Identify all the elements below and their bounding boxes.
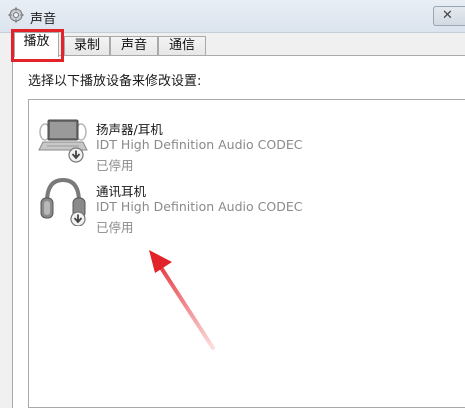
tab-communications[interactable]: 通信 — [158, 36, 206, 56]
close-icon: ✕ — [442, 8, 453, 23]
device-name: 通讯耳机 — [96, 184, 147, 199]
close-button[interactable]: ✕ — [433, 6, 465, 26]
device-name: 扬声器/耳机 — [96, 122, 163, 137]
device-status: 已停用 — [96, 220, 134, 235]
device-item-headset[interactable]: 通讯耳机 IDT High Definition Audio CODEC 已停用 — [29, 170, 449, 235]
device-item-speakers[interactable]: 扬声器/耳机 IDT High Definition Audio CODEC 已… — [29, 108, 449, 173]
device-driver: IDT High Definition Audio CODEC — [96, 137, 303, 152]
sound-dialog: 声音 ✕ 播放 录制 声音 通信 选择以下播放设备来修改设置: 扬声器/耳机 I… — [0, 0, 465, 408]
active-tab-highlight — [11, 29, 64, 62]
sound-settings-icon — [8, 7, 24, 23]
window-title: 声音 — [30, 12, 57, 27]
tab-sounds[interactable]: 声音 — [110, 36, 158, 56]
title-bar[interactable]: 声音 ✕ — [0, 0, 465, 33]
tab-bar: 播放 录制 声音 通信 — [0, 32, 465, 57]
instruction-text: 选择以下播放设备来修改设置: — [28, 74, 202, 89]
device-list[interactable]: 扬声器/耳机 IDT High Definition Audio CODEC 已… — [28, 99, 465, 408]
headphones-icon — [40, 177, 86, 226]
device-driver: IDT High Definition Audio CODEC — [96, 199, 303, 214]
tab-recording[interactable]: 录制 — [64, 36, 110, 56]
speaker-laptop-icon — [38, 119, 88, 163]
